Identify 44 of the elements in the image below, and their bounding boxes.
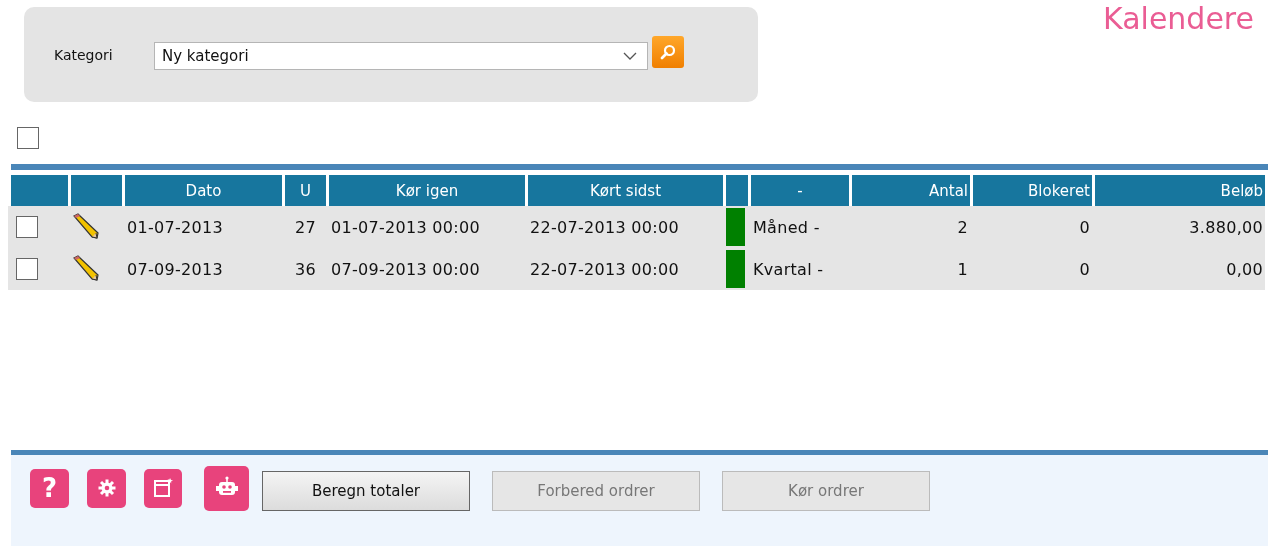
date-cell: 01-07-2013 [125,206,282,248]
table-cell: 22-07-2013 00:00 [528,206,723,248]
search-button[interactable] [652,36,684,68]
table-cell: 3.880,00 [1095,206,1265,248]
robot-button[interactable] [204,465,249,511]
column-header: Antal [852,175,970,206]
table-cell: 36 [285,248,326,290]
column-header-background [11,175,68,206]
row-checkbox[interactable] [16,216,38,238]
column-header: U [285,175,326,206]
table-cell: 0,00 [1095,248,1265,290]
column-header: - [751,175,849,206]
table-cell: 27 [285,206,326,248]
table-cell: 01-07-2013 00:00 [329,206,525,248]
chevron-icon [623,51,637,60]
action-button[interactable]: Beregn totaler [262,471,470,511]
category-dropdown[interactable]: Ny kategori [154,41,648,70]
note-icon [152,477,174,499]
category-label: Kategori [54,46,114,63]
page-title: Kalendere [1103,1,1254,36]
column-header: Blokeret [973,175,1092,206]
table-cell: 0 [973,248,1092,290]
column-header: Kørt sidst [528,175,723,206]
table-cell: Måned - [751,206,849,248]
table-cell: Kvartal - [751,248,849,290]
select-all-checkbox[interactable] [17,127,39,149]
gear-icon [96,478,117,498]
table-cell: 07-09-2013 00:00 [329,248,525,290]
note-button[interactable] [144,468,182,508]
column-header: Kør igen [329,175,525,206]
settings-button[interactable] [87,468,126,508]
table-cell: 22-07-2013 00:00 [528,248,723,290]
search-icon [659,43,677,61]
column-header: Beløb [1095,175,1265,206]
pencil-icon[interactable] [71,255,101,283]
pencil-icon[interactable] [71,213,101,241]
help-button[interactable]: ? [30,468,69,508]
row-checkbox[interactable] [16,258,38,280]
table-cell: 1 [852,248,970,290]
table-cell: 0 [973,206,1092,248]
column-header: Dato [125,175,282,206]
date-cell: 07-09-2013 [125,248,282,290]
table-cell: 2 [852,206,970,248]
column-header-background [71,175,122,206]
